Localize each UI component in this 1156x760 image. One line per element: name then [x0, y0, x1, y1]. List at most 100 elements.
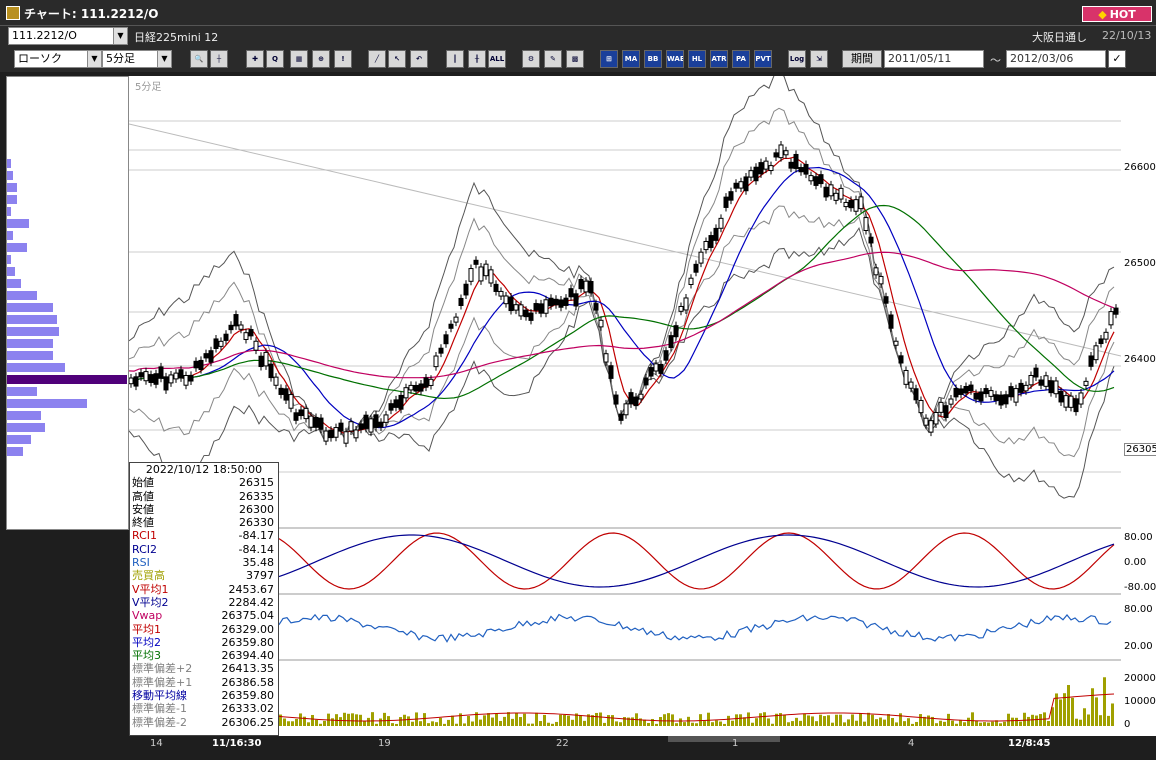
toolbar: ローソク ▼ 5分足 ▼ 🔍 ┼ ✚ Q ▦ ⊕! ╱ ↖ ↶ ║ ╫ ALL ⚙ ✎ ▩ ⊞ MA BB WAE H… — [0, 46, 1156, 72]
volume-bar — [871, 714, 874, 726]
info-key: 平均2 — [132, 635, 161, 649]
wae-icon[interactable]: WAE — [666, 50, 684, 68]
grid-icon[interactable]: ⊞ — [600, 50, 618, 68]
export-icon[interactable]: ⇲ — [810, 50, 828, 68]
chevron-down-icon[interactable]: ▼ — [157, 51, 171, 67]
mark-icon[interactable]: ✚ — [246, 50, 264, 68]
candle-body — [518, 304, 524, 317]
volume-bar — [343, 712, 346, 726]
candle-body — [763, 160, 769, 170]
period-button[interactable]: 期間 — [842, 50, 882, 68]
checkbox-icon[interactable]: ✓ — [1108, 50, 1126, 68]
date-from-input[interactable]: 2011/05/11 — [884, 50, 984, 68]
candle-body — [503, 295, 509, 305]
split-icon[interactable]: ⊕ — [312, 50, 330, 68]
pvt-icon[interactable]: PVT — [754, 50, 772, 68]
candle-body — [818, 174, 824, 185]
symbol-combo[interactable]: 111.2212/O ▼ — [8, 27, 128, 45]
all-icon[interactable]: ALL — [488, 50, 506, 68]
info-row: 高値 26335 — [130, 490, 278, 503]
settings-icon[interactable]: ⚙ — [522, 50, 540, 68]
volume-bar — [827, 715, 830, 726]
time-tick-label: 11/16:30 — [212, 738, 262, 749]
chart-type-select[interactable]: ローソク ▼ — [14, 50, 102, 68]
chevron-down-icon[interactable]: ▼ — [87, 51, 101, 67]
candle-body — [1073, 398, 1079, 413]
scrollbar-thumb[interactable] — [668, 736, 780, 742]
info-row: 平均2 26359.80 — [130, 636, 278, 649]
candle-body — [393, 399, 399, 408]
volume-bar — [783, 714, 786, 726]
window-title: チャート: 111.2212/O — [24, 7, 159, 21]
volume-bar — [367, 717, 370, 726]
volume-bar — [963, 722, 966, 726]
info-row: 標準偏差+2 26413.35 — [130, 662, 278, 675]
chevron-down-icon[interactable]: ▼ — [113, 28, 127, 44]
candle-body — [398, 394, 404, 410]
candle-body — [213, 338, 219, 349]
candle-body — [528, 312, 534, 321]
volume-bar — [847, 719, 850, 726]
volume-profile-bar — [7, 219, 29, 228]
info-key: RSI — [132, 556, 150, 570]
candle-body — [383, 414, 389, 423]
date-to-input[interactable]: 2012/03/06 — [1006, 50, 1106, 68]
volume-bar — [355, 714, 358, 726]
zoom-chart-icon[interactable]: Q — [266, 50, 284, 68]
undo-icon[interactable]: ↶ — [410, 50, 428, 68]
candle-body — [1093, 345, 1099, 361]
volume-bar — [751, 722, 754, 726]
volume-bar — [1099, 715, 1102, 726]
hl-icon[interactable]: HL — [688, 50, 706, 68]
candle-body — [138, 372, 144, 378]
candle-body — [1063, 395, 1069, 408]
candle-body — [158, 366, 164, 379]
log-icon[interactable]: Log — [788, 50, 806, 68]
volume-bar — [723, 723, 726, 726]
rci-tick-label: 0.00 — [1124, 557, 1147, 568]
atr-icon[interactable]: ATR — [710, 50, 728, 68]
candle-body — [453, 316, 459, 323]
interval-select[interactable]: 5分足 ▼ — [102, 50, 172, 68]
color-icon[interactable]: ▩ — [566, 50, 584, 68]
pa-icon[interactable]: PA — [732, 50, 750, 68]
info-icon[interactable]: ! — [334, 50, 352, 68]
crosshair-icon[interactable]: ┼ — [210, 50, 228, 68]
info-key: Vwap — [132, 609, 163, 623]
volume-bar — [1075, 718, 1078, 726]
candle-body — [193, 360, 199, 369]
candle-icon[interactable]: ║ — [446, 50, 464, 68]
candle-body — [568, 288, 574, 298]
volume-bar — [691, 722, 694, 726]
volume-bar — [763, 712, 766, 726]
volume-bar — [895, 722, 898, 726]
candle-body — [238, 324, 244, 330]
candle-body — [648, 367, 654, 377]
candle-body — [788, 161, 794, 169]
hot-button[interactable]: ◆ HOT — [1082, 6, 1152, 22]
volume-bar — [1107, 715, 1110, 726]
candle-body — [918, 399, 924, 414]
draw-line-icon[interactable]: ╱ — [368, 50, 386, 68]
price-tick-label: 26500 — [1124, 258, 1156, 269]
volume-bar — [999, 723, 1002, 726]
volume-bar — [571, 719, 574, 726]
volume-bar — [755, 718, 758, 726]
candle-body — [328, 429, 334, 439]
rci1-line — [278, 532, 1115, 590]
cursor-icon[interactable]: ↖ — [388, 50, 406, 68]
ma-icon[interactable]: MA — [622, 50, 640, 68]
tool-icon[interactable]: ✎ — [544, 50, 562, 68]
candle-body — [358, 423, 364, 430]
volume-profile-bar — [7, 267, 15, 276]
candle-body — [168, 374, 174, 384]
candle-body — [303, 407, 309, 420]
candle2-icon[interactable]: ╫ — [468, 50, 486, 68]
bb-icon[interactable]: BB — [644, 50, 662, 68]
fit-icon[interactable]: ▦ — [290, 50, 308, 68]
volume-bar — [1083, 708, 1086, 726]
candle-body — [478, 266, 484, 282]
info-row: 終値 26330 — [130, 516, 278, 529]
volume-bar — [679, 718, 682, 726]
zoom-icon[interactable]: 🔍 — [190, 50, 208, 68]
